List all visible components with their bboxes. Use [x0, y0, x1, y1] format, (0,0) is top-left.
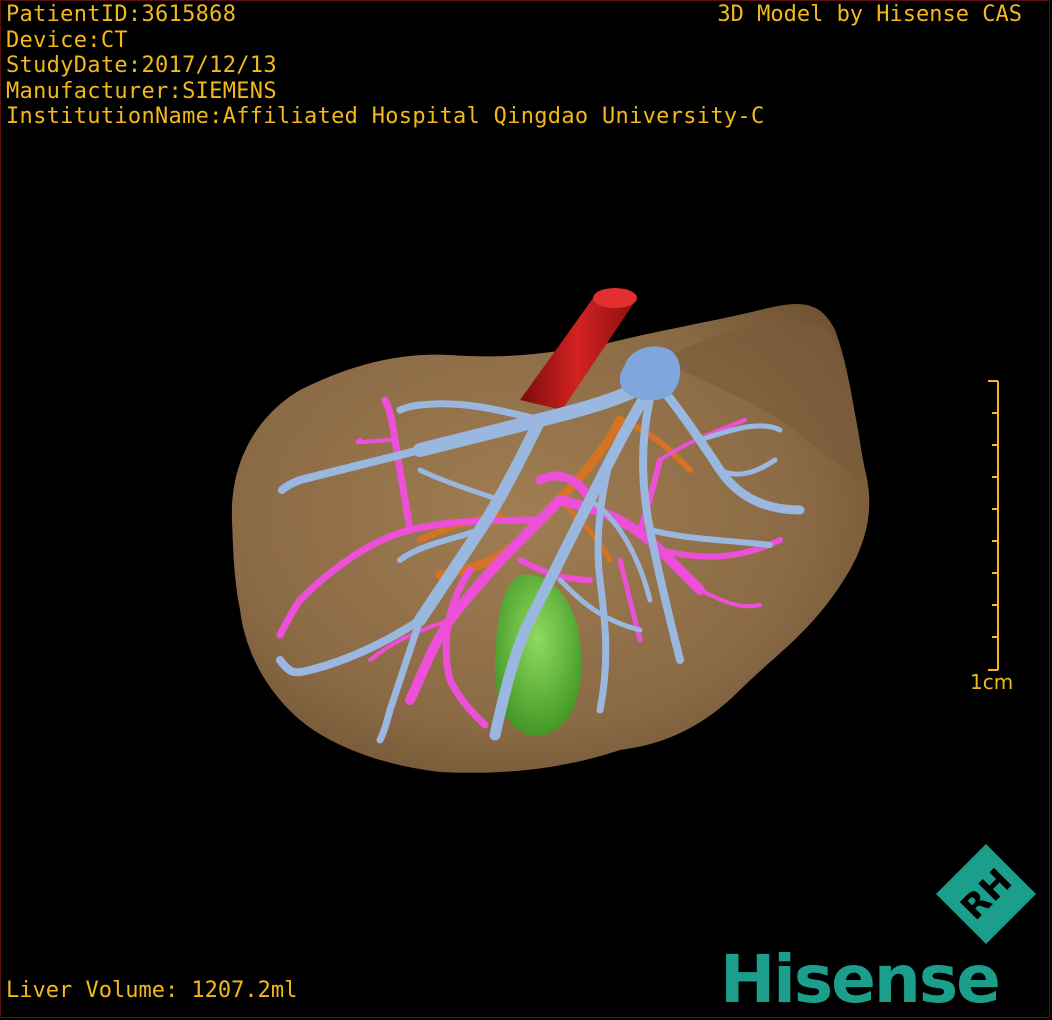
brand-logo: Hisense	[720, 941, 1001, 1018]
hepatic-artery-end	[593, 288, 637, 308]
patient-id: PatientID:3615868	[6, 2, 237, 27]
scale-label: 1cm	[970, 670, 1014, 694]
model-credit: 3D Model by Hisense CAS	[717, 2, 1022, 27]
study-metadata: PatientID:3615868 Device:CT StudyDate:20…	[6, 2, 765, 130]
liver-volume: Liver Volume: 1207.2ml	[6, 978, 298, 1003]
scale-bar	[988, 380, 999, 671]
institution-name: InstitutionName:Affiliated Hospital Qing…	[6, 104, 765, 129]
study-date: StudyDate:2017/12/13	[6, 53, 277, 78]
manufacturer: Manufacturer:SIEMENS	[6, 78, 277, 104]
device: Device:CT	[6, 27, 128, 53]
rh-diamond-logo-icon: RH	[936, 844, 1036, 944]
3d-model-viewport[interactable]	[0, 0, 1052, 1020]
